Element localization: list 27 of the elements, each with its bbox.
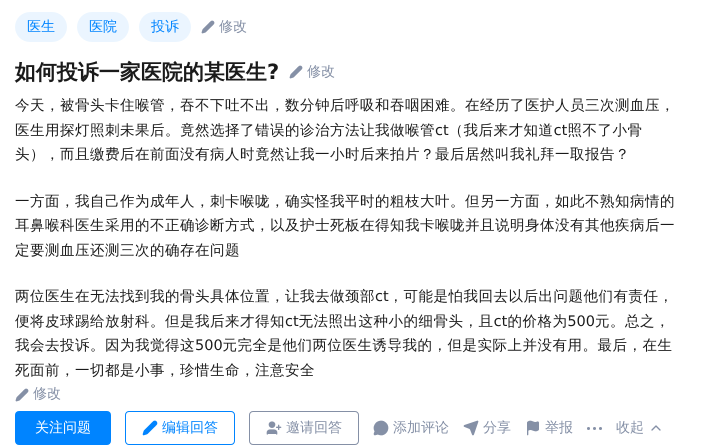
edit-link[interactable]: 修改 [289, 62, 336, 82]
answer-paragraph: 两位医生在无法找到我的骨头具体位置，让我去做颈部ct，可能是怕我回去以后出问题他们有责任， 便将皮球踢给放射科。但是我后来才得知ct无法照出这种小的细骨头，且ct的价格为500元。总之， 我会去投诉。因为我觉得这500元完全是他们两位医生诱导我的，但是实际上并没有用。最后，在生 死面前，一切都是小事，珍惜生命，注意安全 [15, 288, 675, 380]
person-plus-icon [266, 420, 282, 436]
comment-button[interactable]: 添加评论 [373, 418, 449, 438]
question-title: 如何投诉一家医院的某医生? [15, 59, 280, 86]
topic-tag[interactable]: 医院 [77, 12, 129, 42]
pencil-icon [201, 20, 215, 34]
pencil-icon [142, 420, 158, 436]
follow-button[interactable]: 关注问题 [15, 411, 111, 445]
topic-tag[interactable]: 医生 [15, 12, 67, 42]
answer-paragraph: 今天，被骨头卡住喉管，吞不下吐不出，数分钟后呼吸和吞咽困难。在经历了医护人员三次测血压， 医生用探灯照刺未果后。竟然选择了错误的诊治方法让我做喉管ct（我后来才知道ct照不了小骨 头），而且缴费后在前面没有病人时竟然让我一小时后来拍片？最后居然叫我礼拜一取报告？ [15, 96, 676, 165]
collapse-button[interactable]: 收起 [616, 418, 664, 438]
edit-link[interactable]: 修改 [201, 16, 247, 38]
flag-icon [525, 420, 541, 436]
pencil-icon [289, 65, 304, 79]
report-button[interactable]: 举报 [525, 418, 573, 438]
more-button[interactable] [587, 426, 602, 430]
edit-link[interactable]: 修改 [15, 384, 61, 405]
answer-paragraph: 一方面，我自己作为成年人，刺卡喉咙，确实怪我平时的粗枝大叶。但另一方面，如此不熟知病情的 耳鼻喉科医生采用的不正确诊断方式，以及护士死板在得知我卡喉咙并且说明身体没有其他疾病后一 定要测血压还测三次的确存在问题 [15, 192, 676, 260]
share-button[interactable]: 分享 [463, 418, 511, 438]
pencil-icon [15, 388, 29, 402]
speech-bubble-icon [373, 420, 389, 436]
topic-tag[interactable]: 投诉 [139, 12, 191, 42]
more-icon [587, 426, 602, 430]
invite-button[interactable]: 邀请回答 [249, 411, 359, 445]
paper-plane-icon [463, 420, 479, 436]
edit-answer-button[interactable]: 编辑回答 [125, 411, 235, 445]
